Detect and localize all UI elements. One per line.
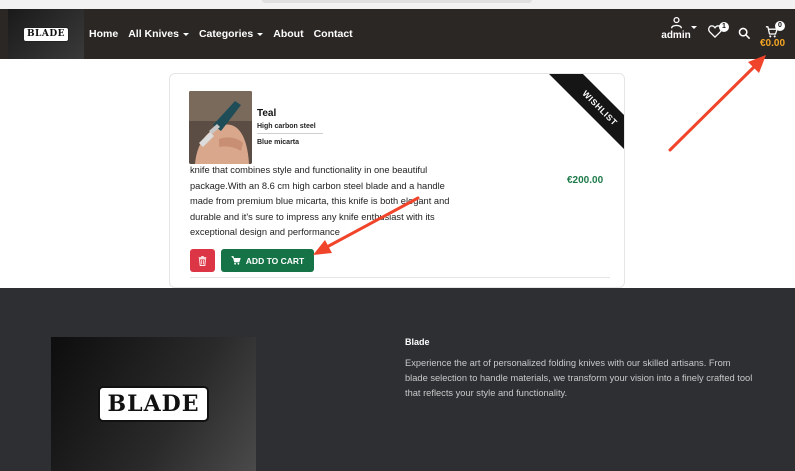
cart-icon [231, 256, 241, 265]
add-to-cart-label: ADD TO CART [245, 255, 305, 266]
account-menu[interactable]: admin [659, 16, 697, 41]
chevron-down-icon [182, 32, 189, 36]
knife-photo [189, 91, 252, 164]
nav-about[interactable]: About [273, 28, 303, 40]
footer-logo-text: BLADE [97, 386, 210, 422]
product-blade-material: High carbon steel [257, 123, 316, 130]
nav-all-knives-label: All Knives [128, 28, 179, 40]
search-button[interactable] [738, 26, 750, 44]
nav-home-label: Home [89, 28, 119, 40]
footer: BLADE Blade Experience the art of person… [0, 288, 795, 471]
chevron-down-icon [691, 26, 697, 29]
cart-total: €0.00 [760, 38, 786, 49]
navbar: BLADE Home All Knives Categories About C… [0, 9, 795, 59]
product-image[interactable] [189, 91, 252, 164]
footer-logo[interactable]: BLADE [51, 337, 256, 471]
site-logo[interactable]: BLADE [8, 9, 84, 59]
account-label: admin [661, 30, 691, 41]
footer-description: Experience the art of personalized foldi… [405, 358, 753, 398]
search-icon [738, 27, 750, 39]
logo-text: BLADE [22, 26, 70, 42]
nav-categories[interactable]: Categories [198, 28, 264, 40]
wishlist-product-card: Teal High carbon steel Blue micarta knif… [169, 73, 625, 288]
nav-categories-label: Categories [198, 28, 254, 40]
arrow-to-cart-total [668, 55, 766, 152]
card-divider [190, 277, 610, 278]
nav-about-label: About [273, 28, 304, 40]
chevron-down-icon [257, 32, 264, 36]
wishlist-ribbon[interactable]: WISHLIST [542, 74, 624, 166]
user-icon [670, 16, 682, 29]
product-handle-material: Blue micarta [257, 139, 300, 146]
product-name: Teal [257, 108, 277, 119]
cart-count-badge: 0 [775, 21, 785, 31]
wishlist-count-badge: 1 [719, 22, 729, 32]
nav-all-knives[interactable]: All Knives [128, 28, 189, 40]
page: BLADE Home All Knives Categories About C… [0, 0, 795, 471]
remove-from-wishlist-button[interactable] [190, 249, 215, 272]
wishlist-button[interactable]: 1 [708, 22, 729, 43]
product-description: knife that combines style and functional… [190, 165, 450, 237]
nav-links: Home All Knives Categories About Contact [89, 9, 363, 59]
attribute-divider [257, 133, 323, 134]
browser-top-strip [0, 0, 795, 9]
nav-contact[interactable]: Contact [314, 28, 353, 40]
nav-home[interactable]: Home [89, 28, 118, 40]
product-price: €200.00 [567, 175, 604, 186]
top-notch [262, 0, 532, 3]
trash-icon [198, 255, 207, 266]
footer-title: Blade [405, 337, 430, 347]
add-to-cart-button[interactable]: ADD TO CART [221, 249, 314, 272]
nav-contact-label: Contact [313, 28, 353, 40]
